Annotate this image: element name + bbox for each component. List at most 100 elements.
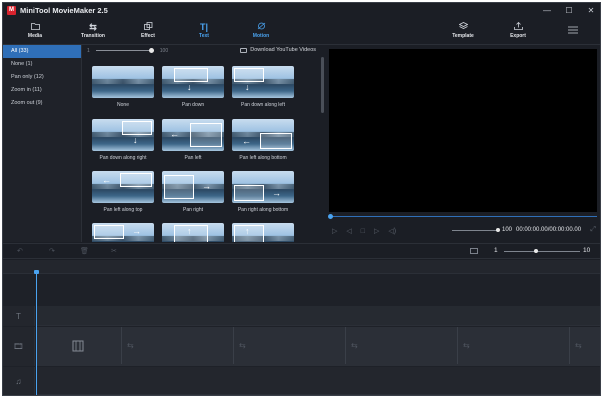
motion-thumbnail: ←: [92, 171, 154, 203]
motion-item-pan-down-along-right[interactable]: ↓ Pan down along right: [91, 119, 155, 165]
category-zoom-out[interactable]: Zoom out (9): [3, 97, 81, 110]
time-ruler[interactable]: [3, 260, 600, 274]
video-slot[interactable]: [36, 327, 122, 364]
music-icon: ♫: [15, 376, 22, 386]
motion-item-pan-left[interactable]: ← Pan left: [161, 119, 225, 165]
motion-gallery: 1 100 Download YouTube Videos None ↓ Pan…: [83, 45, 324, 242]
seek-bar[interactable]: [329, 216, 597, 217]
maximize-button[interactable]: ☐: [564, 5, 574, 15]
arrow-left-icon: ←: [102, 175, 111, 185]
audio-track-label: ♫: [3, 367, 35, 395]
video-preview[interactable]: [329, 49, 597, 212]
volume-knob[interactable]: [496, 228, 500, 232]
timeline-zoom-knob[interactable]: [534, 249, 538, 253]
transition-slot[interactable]: ⇆: [234, 327, 346, 364]
split-icon[interactable]: ✂: [111, 247, 117, 255]
redo-icon[interactable]: ↷: [49, 247, 55, 255]
next-frame-icon[interactable]: ▷: [374, 227, 379, 235]
effect-button[interactable]: Effect: [128, 21, 168, 39]
template-label: Template: [452, 33, 474, 39]
text-track[interactable]: [36, 306, 600, 326]
playhead-handle[interactable]: [34, 270, 39, 274]
download-youtube-link[interactable]: Download YouTube Videos: [240, 47, 316, 53]
motion-label: Pan right along bottom: [237, 207, 289, 213]
thumb-size-min: 1: [87, 47, 90, 54]
motion-item-pan-left-along-top[interactable]: ← Pan left along top: [91, 171, 155, 217]
transition-slot[interactable]: ⇆: [458, 327, 570, 364]
fullscreen-icon[interactable]: ⤢: [590, 226, 596, 234]
audio-track[interactable]: [36, 367, 600, 395]
motion-thumbnail: [92, 66, 154, 98]
arrow-left-icon: ←: [242, 136, 251, 146]
transition-slot[interactable]: ⇆: [570, 327, 600, 364]
title-bar: M MiniTool MovieMaker 2.5 — ☐ ✕: [3, 3, 600, 17]
media-button[interactable]: Media: [15, 21, 55, 39]
video-track[interactable]: ⇆ ⇆ ⇆ ⇆ ⇆: [36, 327, 600, 366]
main-toolbar: Media ⇆ Transition Effect T| Text Motion: [3, 18, 600, 45]
volume-slider[interactable]: [452, 230, 498, 231]
motion-thumbnail: ↑: [162, 223, 224, 242]
transition-label: Transition: [81, 33, 105, 39]
undo-icon[interactable]: ↶: [17, 247, 23, 255]
app-window: M MiniTool MovieMaker 2.5 — ☐ ✕ Media ⇆ …: [2, 2, 601, 396]
close-button[interactable]: ✕: [586, 5, 596, 15]
window-controls: — ☐ ✕: [542, 5, 596, 15]
menu-button[interactable]: [553, 25, 593, 37]
arrow-down-icon: ↓: [133, 135, 138, 145]
gallery-scrollbar[interactable]: [321, 57, 324, 113]
text-button[interactable]: T| Text: [184, 21, 224, 39]
effect-icon: [128, 21, 168, 33]
thumb-size-knob[interactable]: [148, 48, 154, 53]
app-title: MiniTool MovieMaker 2.5: [20, 5, 108, 15]
transition-button[interactable]: ⇆ Transition: [73, 21, 113, 39]
motion-item-pan-right[interactable]: → Pan right: [161, 171, 225, 217]
previous-frame-icon[interactable]: ◁: [346, 227, 351, 235]
motion-label: Pan down: [181, 102, 205, 108]
template-button[interactable]: Template: [443, 21, 483, 39]
motion-item-11[interactable]: ↑: [161, 223, 225, 242]
category-zoom-in[interactable]: Zoom in (11): [3, 84, 81, 97]
timeline: T 🎞 ⇆ ⇆ ⇆ ⇆ ⇆ ♫: [3, 260, 600, 395]
text-track-icon: T: [16, 311, 21, 321]
motion-item-12[interactable]: ↑: [231, 223, 295, 242]
transition-slot[interactable]: ⇆: [346, 327, 458, 364]
playhead[interactable]: [36, 272, 37, 395]
motion-button[interactable]: Motion: [241, 21, 281, 39]
category-all[interactable]: All (33): [3, 45, 81, 58]
arrow-up-icon: ↑: [245, 226, 250, 236]
film-icon: 🎞: [13, 342, 24, 351]
export-button[interactable]: Export: [498, 21, 538, 39]
text-label: Text: [199, 33, 209, 39]
delete-icon[interactable]: 🗑: [80, 247, 89, 255]
motion-thumbnail: ↑: [232, 223, 294, 242]
transition-slot[interactable]: ⇆: [122, 327, 234, 364]
stop-icon[interactable]: □: [361, 228, 365, 235]
hamburger-icon: [553, 25, 593, 37]
volume-icon[interactable]: ◁): [388, 227, 396, 235]
effect-label: Effect: [141, 33, 155, 39]
timeline-zoom-slider[interactable]: [504, 251, 580, 252]
play-icon[interactable]: ▷: [332, 227, 337, 235]
motion-item-10[interactable]: →: [91, 223, 155, 242]
motion-item-none[interactable]: None: [91, 66, 155, 112]
category-pan-only[interactable]: Pan only (12): [3, 71, 81, 84]
motion-label: Pan down along right: [99, 155, 147, 161]
thumb-size-slider[interactable]: [95, 48, 154, 53]
motion-label: Pan left along top: [103, 207, 143, 213]
motion-thumbnail: →: [232, 171, 294, 203]
app-logo-icon: M: [7, 5, 16, 15]
motion-icon: [241, 21, 281, 33]
export-label: Export: [510, 33, 526, 39]
motion-item-pan-down-along-left[interactable]: ↓ Pan down along left: [231, 66, 295, 112]
motion-label: Motion: [252, 33, 270, 39]
arrow-right-icon: →: [132, 226, 141, 236]
minimize-button[interactable]: —: [542, 5, 552, 15]
add-media-icon: [72, 340, 84, 352]
motion-item-pan-down[interactable]: ↓ Pan down: [161, 66, 225, 112]
transition-slot-icon: ⇆: [239, 341, 246, 350]
fit-timeline-icon[interactable]: [470, 248, 478, 254]
category-none[interactable]: None (1): [3, 58, 81, 71]
motion-item-pan-left-along-bottom[interactable]: ← Pan left along bottom: [231, 119, 295, 165]
motion-item-pan-right-along-bottom[interactable]: → Pan right along bottom: [231, 171, 295, 217]
seek-knob[interactable]: [328, 214, 333, 219]
